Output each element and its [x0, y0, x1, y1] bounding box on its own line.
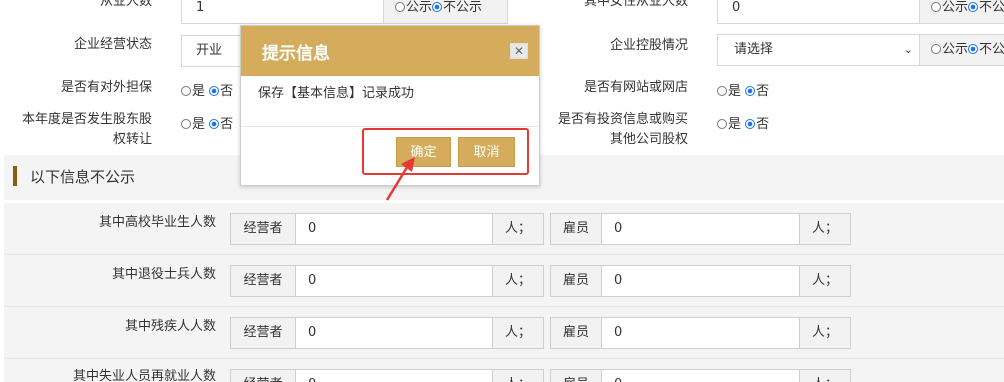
- radio-no-label: 否: [220, 117, 234, 132]
- employee-input[interactable]: 0: [601, 265, 800, 297]
- operator-input[interactable]: 0: [295, 317, 493, 349]
- female-count-visibility[interactable]: 公示 不公: [919, 0, 1004, 24]
- unit-label: 人；: [492, 213, 544, 245]
- dialog-divider: [241, 126, 539, 127]
- radio-yes-label: 是: [728, 117, 742, 132]
- business-status-label: 企业经营状态: [73, 37, 152, 52]
- radio-no-label: 否: [756, 84, 770, 99]
- radio-public[interactable]: [395, 2, 405, 12]
- radio-no[interactable]: [209, 119, 220, 129]
- operator-tag: 经营者: [230, 317, 296, 349]
- holding-visibility[interactable]: 公示 不公: [919, 34, 1004, 66]
- table-row: 其中失业人员再就业人数 经营者 0 人； 雇员 0 人；: [4, 359, 1004, 382]
- employee-input[interactable]: 0: [601, 369, 800, 382]
- employee-count-label: 从业人数: [99, 0, 152, 9]
- equity-transfer-label-line2: 权转让: [112, 132, 152, 147]
- equity-transfer-label-line1: 本年度是否发生股东股: [21, 112, 152, 127]
- unit-label: 人；: [492, 369, 544, 382]
- radio-public[interactable]: [931, 44, 941, 54]
- row-label: 其中残疾人人数: [124, 319, 216, 334]
- investment-radio-group[interactable]: 是 否: [717, 113, 769, 132]
- section-accent-bar: [13, 166, 17, 186]
- radio-no[interactable]: [745, 86, 756, 96]
- table-row: 其中高校毕业生人数 经营者 0 人； 雇员 0 人；: [4, 203, 1004, 255]
- holding-select-value: 请选择: [734, 42, 774, 57]
- employee-input[interactable]: 0: [601, 213, 800, 245]
- investment-label-line2: 其他公司股权: [609, 132, 688, 147]
- investment-label: 是否有投资信息或购买 其他公司股权: [530, 110, 688, 150]
- radio-public-label: 公示: [942, 42, 969, 57]
- guarantee-label: 是否有对外担保: [60, 80, 152, 95]
- unit-label: 人；: [799, 317, 851, 349]
- operator-tag: 经营者: [230, 265, 296, 297]
- radio-no-label: 否: [756, 117, 770, 132]
- radio-private-label: 不公: [979, 42, 1004, 57]
- unit-label: 人；: [799, 265, 851, 297]
- dialog-title: 提示信息: [262, 44, 330, 64]
- section-title: 以下信息不公示: [30, 168, 136, 186]
- equity-transfer-radio-group[interactable]: 是 否: [181, 113, 233, 132]
- chevron-down-icon: ⌄: [903, 43, 913, 56]
- radio-yes[interactable]: [717, 119, 727, 129]
- table-row: 其中残疾人人数 经营者 0 人； 雇员 0 人；: [4, 307, 1004, 359]
- female-count-label: 其中女性从业人数: [583, 0, 688, 9]
- operator-input[interactable]: 0: [295, 213, 493, 245]
- radio-yes[interactable]: [717, 86, 727, 96]
- radio-private-label: 不公: [979, 0, 1004, 15]
- equity-transfer-label: 本年度是否发生股东股 权转让: [4, 110, 152, 150]
- guarantee-radio-group[interactable]: 是 否: [181, 80, 233, 99]
- radio-private-label: 不公示: [443, 0, 483, 15]
- female-count-input[interactable]: 0: [717, 0, 920, 24]
- unit-label: 人；: [492, 317, 544, 349]
- employee-tag: 雇员: [550, 317, 602, 349]
- radio-yes-label: 是: [192, 117, 206, 132]
- radio-public-label: 公示: [406, 0, 433, 15]
- website-label: 是否有网站或网店: [583, 80, 688, 95]
- unit-label: 人；: [492, 265, 544, 297]
- radio-private[interactable]: [968, 44, 979, 54]
- employee-tag: 雇员: [550, 265, 602, 297]
- holding-label: 企业控股情况: [609, 38, 688, 53]
- holding-select[interactable]: 请选择 ⌄: [717, 34, 920, 66]
- investment-label-line1: 是否有投资信息或购买: [557, 112, 688, 127]
- radio-public[interactable]: [931, 2, 941, 12]
- radio-yes-label: 是: [728, 84, 742, 99]
- radio-no[interactable]: [745, 119, 756, 129]
- table-row: 其中退役士兵人数 经营者 0 人； 雇员 0 人；: [4, 255, 1004, 307]
- operator-tag: 经营者: [230, 213, 296, 245]
- unit-label: 人；: [799, 369, 851, 382]
- employee-count-visibility[interactable]: 公示 不公示: [383, 0, 508, 24]
- radio-private[interactable]: [968, 2, 979, 12]
- annotation-arrow-icon: [385, 157, 415, 201]
- radio-no[interactable]: [209, 86, 220, 96]
- employee-count-input[interactable]: 1: [181, 0, 384, 24]
- close-icon[interactable]: ✕: [510, 43, 528, 59]
- operator-tag: 经营者: [230, 369, 296, 382]
- employee-tag: 雇员: [550, 369, 602, 382]
- operator-input[interactable]: 0: [295, 369, 493, 382]
- dialog-message: 保存【基本信息】记录成功: [258, 86, 415, 101]
- radio-yes-label: 是: [192, 84, 206, 99]
- radio-no-label: 否: [220, 84, 234, 99]
- operator-input[interactable]: 0: [295, 265, 493, 297]
- website-radio-group[interactable]: 是 否: [717, 80, 769, 99]
- radio-yes[interactable]: [181, 119, 191, 129]
- row-label: 其中退役士兵人数: [111, 267, 216, 282]
- row-label: 其中高校毕业生人数: [98, 215, 216, 230]
- radio-public-label: 公示: [942, 0, 969, 15]
- employee-tag: 雇员: [550, 213, 602, 245]
- employee-input[interactable]: 0: [601, 317, 800, 349]
- radio-private[interactable]: [432, 2, 443, 12]
- radio-yes[interactable]: [181, 86, 191, 96]
- unit-label: 人；: [799, 213, 851, 245]
- row-label: 其中失业人员再就业人数: [72, 369, 216, 382]
